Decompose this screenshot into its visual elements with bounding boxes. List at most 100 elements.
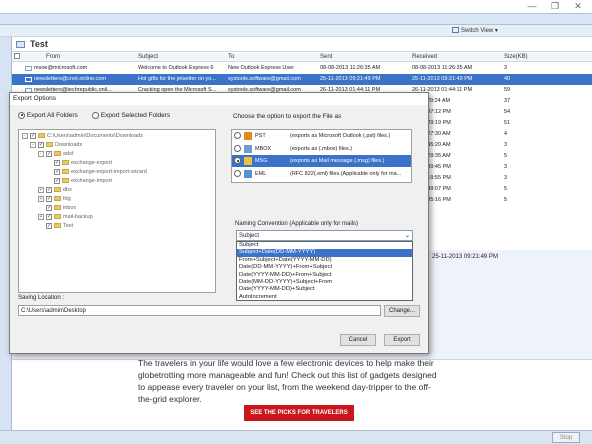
chevron-down-icon: ▾ <box>494 28 498 34</box>
cell-from: newsletters@cnet.online.com <box>34 76 106 82</box>
format-radio[interactable] <box>234 157 241 164</box>
expand-toggle-icon[interactable]: + <box>38 195 44 202</box>
naming-option[interactable]: Date(MM-DD-YYYY)+Subject+From <box>237 279 412 286</box>
col-size[interactable]: Size(KB) <box>504 53 528 62</box>
format-radio[interactable] <box>234 144 241 152</box>
tree-node[interactable]: - ✓ C:\Users\admin\Documents\Downloads <box>22 132 143 141</box>
format-option-msg[interactable]: MSG (exports as Mail message (.msg) files… <box>232 155 411 167</box>
tree-checkbox[interactable]: ✓ <box>46 204 52 211</box>
cell-size: 4 <box>504 131 508 137</box>
tree-checkbox[interactable]: ✓ <box>46 222 52 229</box>
naming-option[interactable]: From+Subject+Date(YYYY-MM-DD) <box>237 257 412 264</box>
folder-title: Test <box>12 37 592 52</box>
tree-checkbox[interactable]: ✓ <box>54 168 60 175</box>
cell-size: 5 <box>504 186 508 192</box>
radio-unchecked-icon <box>92 111 99 119</box>
col-received[interactable]: Received <box>412 53 437 62</box>
format-option-eml[interactable]: EML (RFC 822(.eml) files.(Applicable only… <box>232 168 411 180</box>
tree-node[interactable]: ✓ Test <box>38 222 73 231</box>
tree-node[interactable]: + ✓ mail-backup <box>38 213 93 222</box>
format-icon <box>244 169 252 178</box>
title-bar: — ❐ ✕ <box>0 0 592 13</box>
naming-option[interactable]: Subject <box>237 242 412 249</box>
choose-format-label: Choose the option to export the File as <box>233 113 342 120</box>
naming-option[interactable]: AutoIncrement <box>237 294 412 301</box>
col-to[interactable]: To <box>228 53 234 62</box>
tree-checkbox[interactable]: ✓ <box>54 177 60 184</box>
see-picks-button[interactable]: SEE THE PICKS FOR TRAVELERS <box>244 405 354 421</box>
cell-size: 3 <box>504 65 508 71</box>
toolbar <box>0 13 592 25</box>
naming-option[interactable]: Date(DD-MM-YYYY)+From+Subject <box>237 264 412 271</box>
naming-option[interactable]: Subject+Date(DD-MM-YYYY) <box>237 249 412 257</box>
tree-node[interactable]: + ✓ fdg <box>38 195 71 204</box>
tree-checkbox[interactable]: ✓ <box>46 195 52 202</box>
tree-node[interactable]: - ✓ adsf <box>38 150 73 159</box>
expand-toggle-icon[interactable]: + <box>38 213 44 220</box>
tree-checkbox[interactable]: ✓ <box>54 159 60 166</box>
cell-sent: 25-11-2013 09:21:49 PM <box>320 76 381 82</box>
stop-button[interactable]: Stop <box>552 432 580 443</box>
format-list: PST (exports as Microsoft Outlook (.pst) … <box>231 129 412 183</box>
format-icon <box>244 132 252 140</box>
tree-checkbox[interactable]: ✓ <box>38 141 44 148</box>
tree-node[interactable]: + ✓ dbx <box>38 186 72 195</box>
switch-view-icon <box>452 27 459 34</box>
restore-button[interactable]: ❐ <box>543 0 567 13</box>
tree-checkbox[interactable]: ✓ <box>30 132 36 139</box>
col-subject[interactable]: Subject <box>138 53 158 62</box>
format-radio[interactable] <box>234 169 241 177</box>
format-radio[interactable] <box>234 132 241 139</box>
tree-node[interactable]: ✓ exchange-export <box>46 159 112 168</box>
col-from[interactable]: From <box>46 53 60 62</box>
cell-size: 51 <box>504 120 511 126</box>
folder-icon <box>54 223 61 229</box>
export-button[interactable]: Export <box>384 334 420 346</box>
radio-checked-icon <box>18 111 25 119</box>
naming-option[interactable]: Date(YYYY-MM-DD)+Subject <box>237 286 412 293</box>
expand-toggle-icon[interactable]: - <box>30 141 36 148</box>
col-sent[interactable]: Sent <box>320 53 332 62</box>
switch-view-button[interactable]: Switch View ▾ <box>452 25 512 37</box>
cell-size: 5 <box>504 153 508 159</box>
tree-checkbox[interactable]: ✓ <box>46 213 52 220</box>
minimize-button[interactable]: — <box>520 0 544 13</box>
tree-checkbox[interactable]: ✓ <box>46 150 52 157</box>
close-button[interactable]: ✕ <box>566 0 590 13</box>
tree-checkbox[interactable]: ✓ <box>46 186 52 193</box>
cell-size: 5 <box>504 197 508 203</box>
folder-tree: - ✓ C:\Users\admin\Documents\Downloads - ✓ Do… <box>18 129 216 293</box>
cell-subject: Welcome to Outlook Express 6 <box>138 65 214 71</box>
tree-node[interactable]: ✓ exchange-export-import-wizard <box>46 168 147 177</box>
expand-toggle-icon[interactable]: - <box>38 150 44 157</box>
change-button[interactable]: Change... <box>384 305 420 317</box>
folder-icon <box>54 214 61 220</box>
export-all-radio[interactable]: Export All Folders <box>18 111 78 120</box>
format-option-pst[interactable]: PST (exports as Microsoft Outlook (.pst) … <box>232 130 411 142</box>
cancel-button[interactable]: Cancel <box>340 334 376 346</box>
expand-toggle-icon[interactable]: + <box>38 186 44 193</box>
folder-icon <box>38 133 45 139</box>
mail-icon <box>25 66 32 71</box>
export-selected-radio[interactable]: Export Selected Folders <box>92 111 170 120</box>
cell-subject: Hot gifts for the jetsetter on yo... <box>138 76 216 82</box>
naming-option[interactable]: Date(YYYY-MM-DD)+From+Subject <box>237 272 412 279</box>
folder-icon <box>46 142 53 148</box>
table-row[interactable]: newsletters@cnet.online.com Hot gifts for… <box>12 74 592 85</box>
expand-toggle-icon[interactable]: - <box>22 132 28 139</box>
tree-node[interactable]: ✓ inbox <box>38 204 76 213</box>
table-row[interactable]: msoe@microsoft.com Welcome to Outlook Exp… <box>12 63 592 74</box>
cell-size: 3 <box>504 142 508 148</box>
status-bar <box>0 430 592 444</box>
cell-size: 54 <box>504 109 511 115</box>
cell-size: 3 <box>504 164 508 170</box>
cell-size: 59 <box>504 87 511 93</box>
preview-received: 25-11-2013 09:21:49 PM <box>432 254 498 260</box>
tree-node[interactable]: - ✓ Downloads <box>30 141 82 150</box>
format-option-mbox[interactable]: MBOX (exports as (.mbox) files.) <box>232 143 411 155</box>
cell-received: 08-08-2013 11:26:35 AM <box>412 65 473 71</box>
naming-convention-select[interactable]: Subject ⌄ <box>236 230 413 241</box>
tree-node[interactable]: ✓ exchange-import <box>46 177 112 186</box>
select-all-checkbox[interactable] <box>14 53 22 62</box>
saving-location-input[interactable]: C:\Users\admin\Desktop <box>18 305 381 316</box>
